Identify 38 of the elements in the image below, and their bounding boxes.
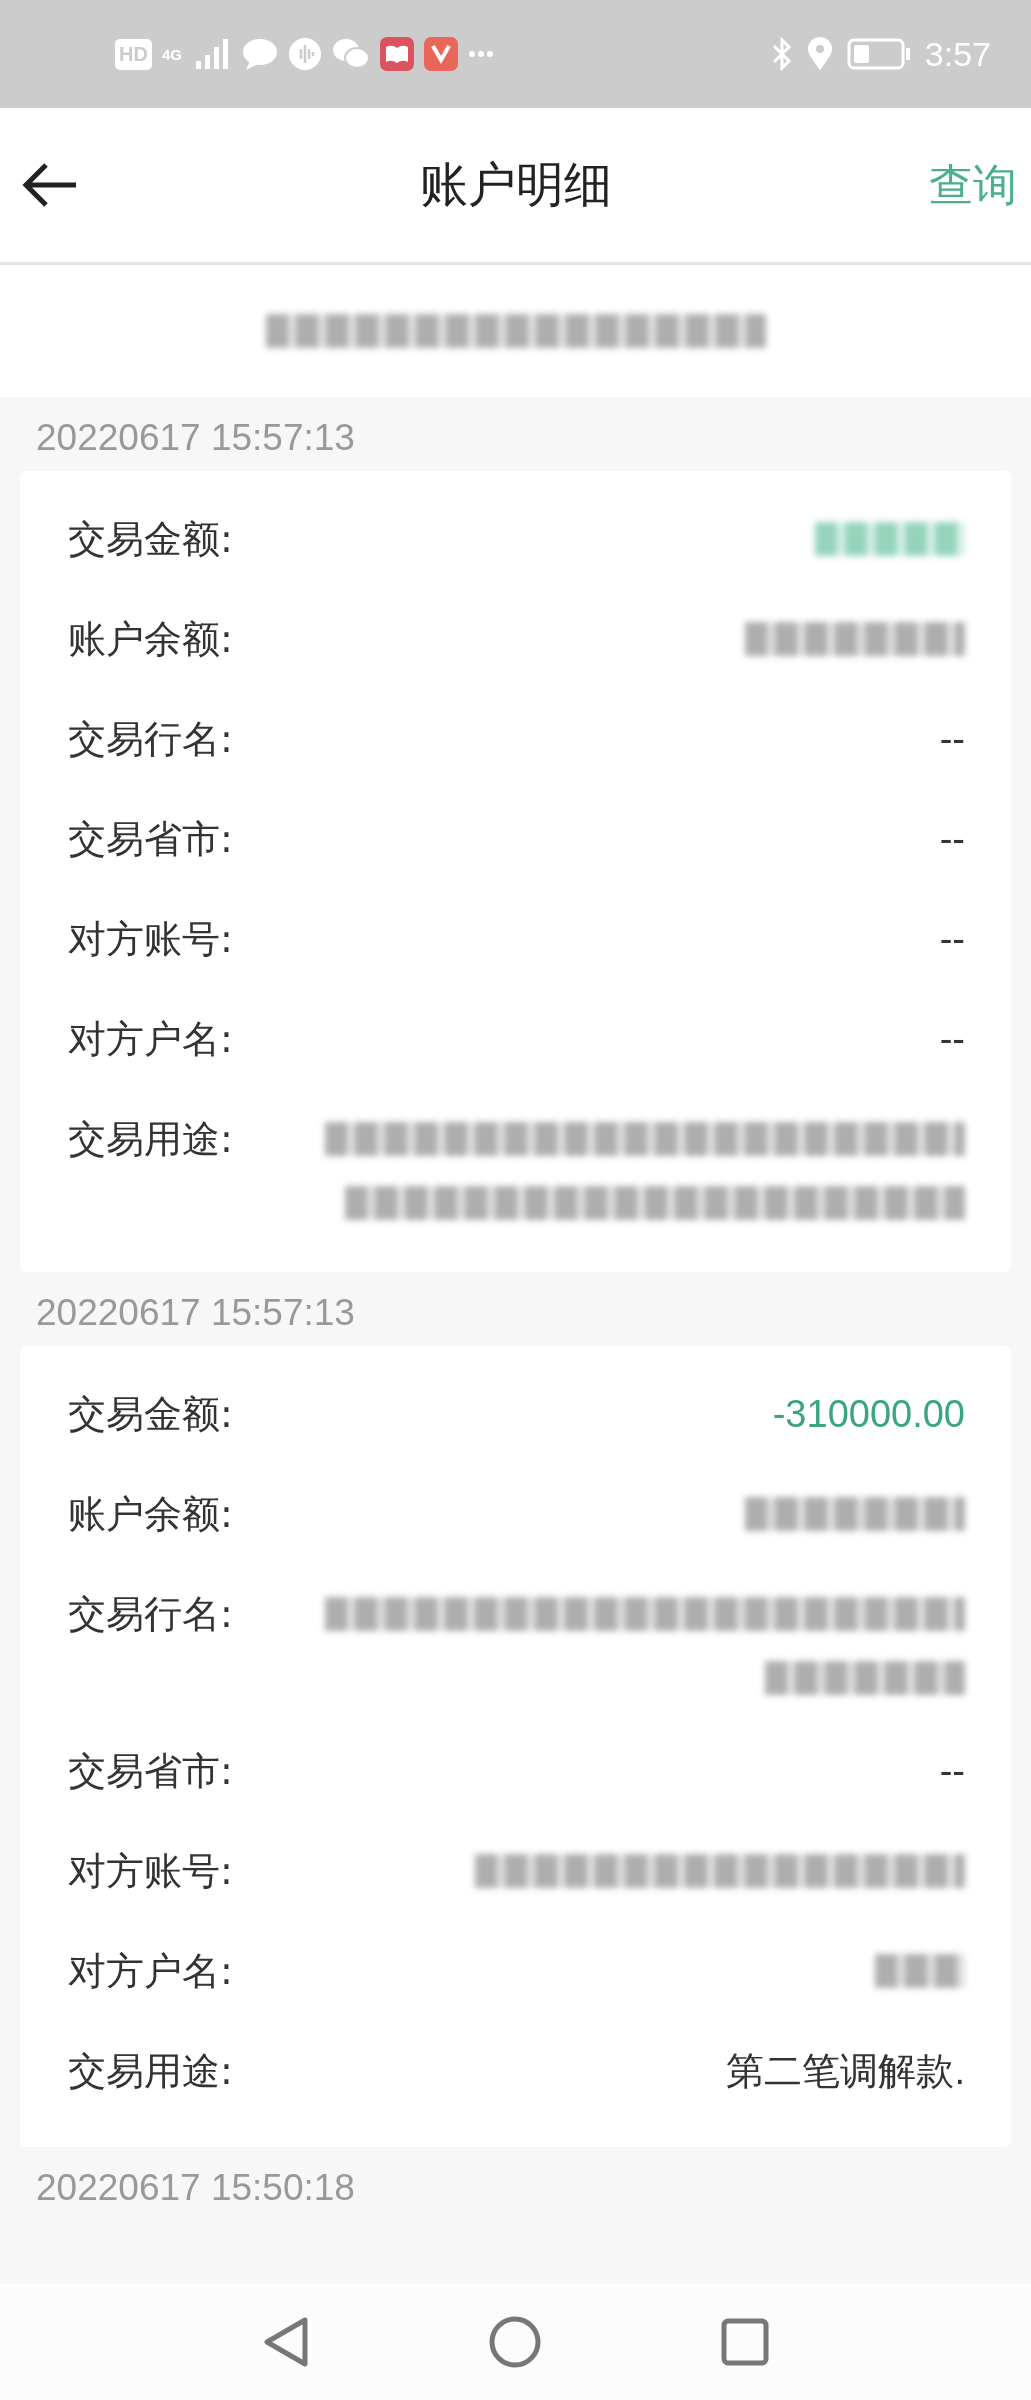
transaction-time: 20220617 15:57:13 — [35, 1291, 356, 1335]
field-label: 交易行名: — [68, 1591, 233, 1638]
field-label: 对方户名: — [68, 1016, 233, 1063]
recent-apps-icon[interactable] — [720, 2318, 769, 2366]
query-button[interactable]: 查询 — [929, 155, 1017, 215]
home-icon[interactable] — [488, 2316, 541, 2368]
field-value: -- — [939, 1017, 965, 1062]
field-value: -- — [939, 917, 965, 962]
field-value: 第二笔调解款. — [726, 2049, 965, 2094]
sound-wave-icon — [287, 37, 322, 71]
back-arrow-icon[interactable] — [22, 162, 78, 208]
chat-bubble-icon — [241, 37, 278, 71]
back-icon[interactable] — [262, 2316, 309, 2368]
battery-icon — [846, 38, 911, 70]
field-label: 交易用途: — [68, 2048, 233, 2095]
field-value: -- — [939, 717, 965, 762]
field-label: 账户余额: — [68, 616, 233, 663]
page-title: 账户明细 — [419, 156, 612, 212]
field-value: -- — [939, 817, 965, 862]
field-label: 账户余额: — [68, 1491, 233, 1538]
field-value: -- — [939, 1749, 965, 1794]
app-icon — [423, 37, 458, 71]
bluetooth-icon — [770, 37, 793, 71]
book-app-icon — [379, 37, 414, 71]
transaction-time: 20220617 15:50:18 — [35, 2166, 356, 2210]
location-icon — [806, 37, 833, 71]
field-label: 交易金额: — [68, 516, 233, 563]
field-value: -310000.00 — [772, 1392, 965, 1437]
field-label: 交易省市: — [68, 1748, 233, 1795]
field-label: 对方账号: — [68, 1848, 233, 1895]
field-label: 交易金额: — [68, 1391, 233, 1438]
more-icon — [467, 50, 494, 58]
field-label: 交易用途: — [68, 1116, 233, 1163]
field-label: 交易行名: — [68, 716, 233, 763]
field-label: 对方账号: — [68, 916, 233, 963]
field-label: 交易省市: — [68, 816, 233, 863]
field-label: 对方户名: — [68, 1948, 233, 1995]
transaction-time: 20220617 15:57:13 — [35, 416, 356, 460]
